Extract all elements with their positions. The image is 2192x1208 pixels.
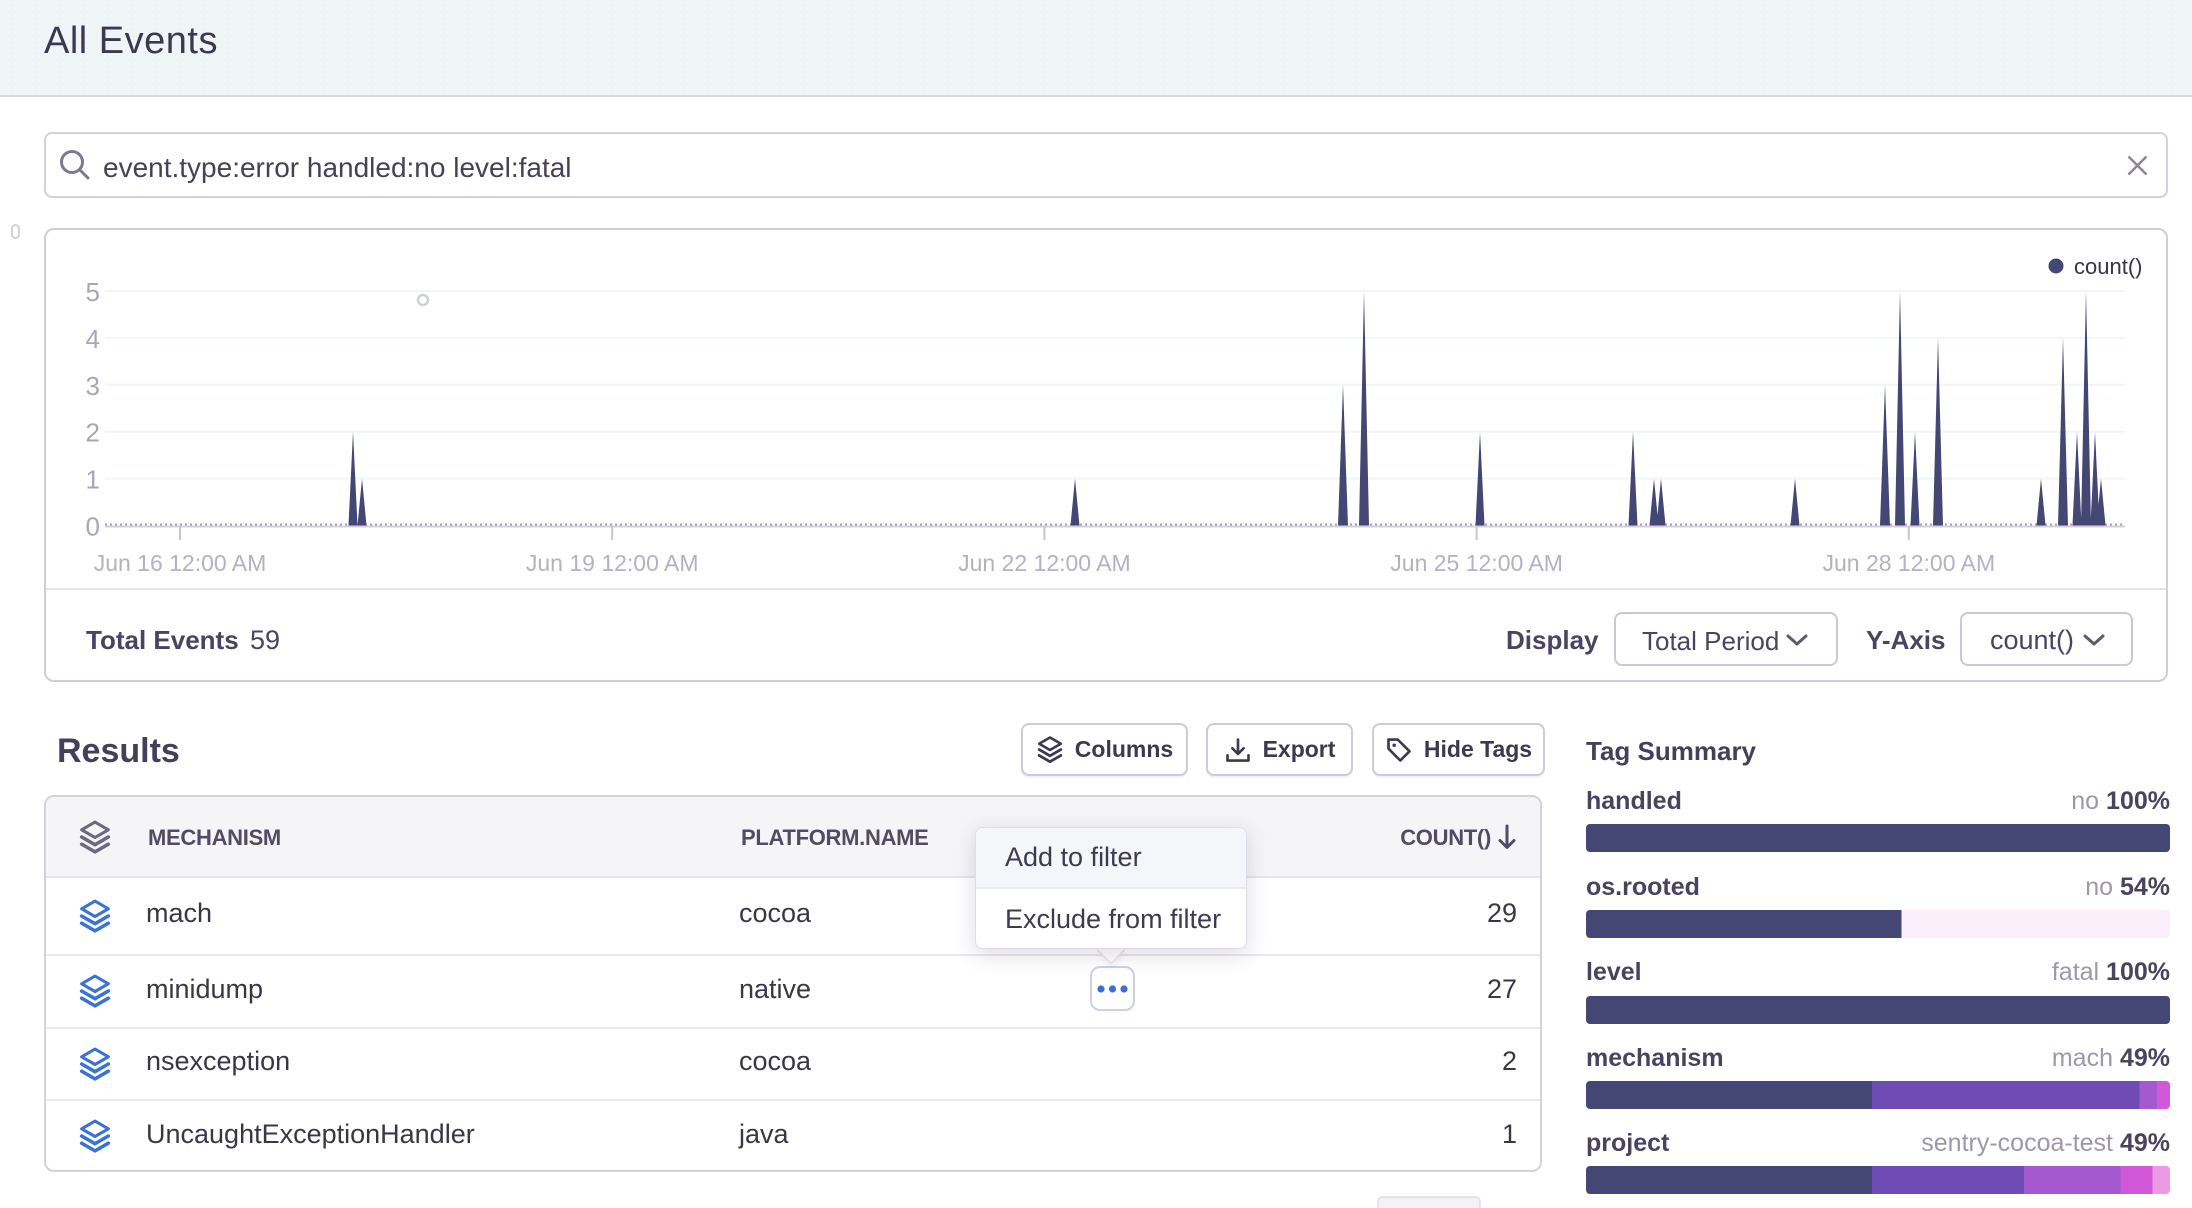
svg-text:1: 1 [86, 465, 100, 495]
svg-text:5: 5 [86, 277, 100, 307]
svg-text:Jun 16 12:00 AM: Jun 16 12:00 AM [94, 550, 267, 576]
svg-text:3: 3 [86, 371, 100, 401]
svg-text:4: 4 [86, 324, 100, 354]
svg-text:Jun 19 12:00 AM: Jun 19 12:00 AM [526, 550, 699, 576]
svg-text:2: 2 [86, 418, 100, 448]
svg-text:Jun 22 12:00 AM: Jun 22 12:00 AM [958, 550, 1131, 576]
svg-text:Jun 25 12:00 AM: Jun 25 12:00 AM [1390, 550, 1563, 576]
svg-text:count(): count() [2074, 254, 2142, 279]
svg-text:Jun 28 12:00 AM: Jun 28 12:00 AM [1822, 550, 1995, 576]
svg-text:0: 0 [86, 512, 100, 542]
